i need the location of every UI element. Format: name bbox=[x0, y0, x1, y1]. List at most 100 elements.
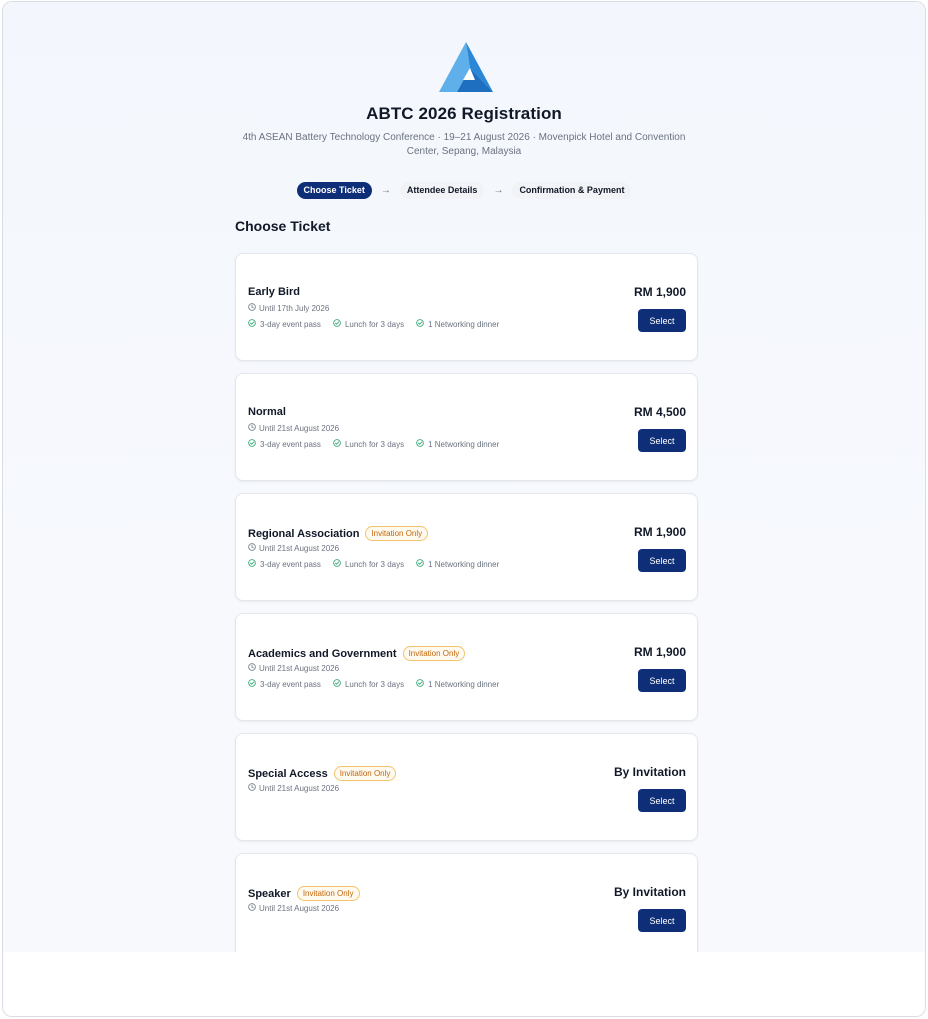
check-circle-icon bbox=[333, 559, 341, 569]
ticket-name: Regional Association bbox=[248, 527, 360, 540]
invitation-only-badge: Invitation Only bbox=[333, 766, 397, 781]
ticket-deadline-text: Until 21st August 2026 bbox=[259, 423, 340, 433]
invitation-only-badge: Invitation Only bbox=[402, 646, 466, 661]
ticket-name-row: Speaker Invitation Only bbox=[248, 886, 360, 901]
ticket-features: 3-day event pass Lunch for 3 days 1 Networ… bbox=[248, 679, 499, 689]
feature-label: Lunch for 3 days bbox=[344, 439, 405, 449]
check-circle-icon bbox=[248, 559, 256, 569]
page-title: ABTC 2026 Registration bbox=[366, 104, 562, 123]
ticket-card[interactable]: Normal Until 21st August 2026 3-day even… bbox=[235, 373, 698, 481]
feature-label: 1 Networking dinner bbox=[428, 679, 500, 689]
ticket-deadline-text: Until 21st August 2026 bbox=[259, 903, 340, 913]
select-ticket-button[interactable]: Select bbox=[638, 549, 686, 572]
ticket-card[interactable]: Special Access Invitation Only Until 21st… bbox=[235, 733, 698, 841]
ticket-deadline: Until 21st August 2026 bbox=[248, 663, 339, 673]
ticket-price: RM 1,900 bbox=[633, 645, 686, 659]
check-circle-icon bbox=[248, 319, 256, 329]
check-circle-icon bbox=[333, 439, 341, 449]
ticket-name: Normal bbox=[248, 406, 286, 418]
ticket-name-row: Normal bbox=[248, 406, 286, 418]
ticket-name: Speaker bbox=[248, 887, 291, 900]
ticket-name: Academics and Government bbox=[248, 647, 397, 660]
ticket-deadline: Until 17th July 2026 bbox=[248, 303, 329, 313]
select-ticket-button[interactable]: Select bbox=[638, 909, 686, 932]
page-subtitle: 4th ASEAN Battery Technology Conference … bbox=[242, 132, 686, 157]
arrow-right-icon: → bbox=[380, 185, 391, 196]
step-attendee-details[interactable]: Attendee Details bbox=[399, 182, 485, 199]
check-circle-icon bbox=[416, 559, 424, 569]
ticket-price: RM 1,900 bbox=[633, 285, 686, 299]
step-choose-ticket[interactable]: Choose Ticket bbox=[296, 182, 372, 199]
browser-frame: ABTC 2026 Registration 4th ASEAN Battery… bbox=[2, 1, 926, 1017]
ticket-price: By Invitation bbox=[613, 885, 686, 899]
check-circle-icon bbox=[416, 679, 424, 689]
clock-icon bbox=[248, 423, 256, 433]
feature-label: 3-day event pass bbox=[260, 319, 321, 329]
feature-item: Lunch for 3 days bbox=[333, 319, 404, 329]
feature-label: 3-day event pass bbox=[260, 439, 321, 449]
ticket-price: By Invitation bbox=[613, 765, 686, 779]
ticket-deadline-text: Until 17th July 2026 bbox=[259, 303, 330, 313]
invitation-only-badge: Invitation Only bbox=[296, 886, 360, 901]
ticket-deadline: Until 21st August 2026 bbox=[248, 903, 339, 913]
ticket-deadline-text: Until 21st August 2026 bbox=[259, 543, 340, 553]
check-circle-icon bbox=[248, 679, 256, 689]
feature-item: 3-day event pass bbox=[248, 319, 321, 329]
feature-item: Lunch for 3 days bbox=[333, 439, 404, 449]
feature-item: Lunch for 3 days bbox=[333, 559, 404, 569]
clock-icon bbox=[248, 543, 256, 553]
section-title: Choose Ticket bbox=[235, 218, 331, 234]
ticket-features: 3-day event pass Lunch for 3 days 1 Networ… bbox=[248, 439, 499, 449]
ticket-name-row: Regional Association Invitation Only bbox=[248, 526, 429, 541]
ticket-name-row: Special Access Invitation Only bbox=[248, 766, 397, 781]
ticket-deadline-text: Until 21st August 2026 bbox=[259, 783, 340, 793]
feature-label: 1 Networking dinner bbox=[428, 439, 500, 449]
feature-label: 3-day event pass bbox=[260, 559, 321, 569]
ticket-deadline: Until 21st August 2026 bbox=[248, 423, 339, 433]
feature-label: Lunch for 3 days bbox=[344, 319, 405, 329]
arrow-right-icon: → bbox=[493, 185, 504, 196]
check-circle-icon bbox=[416, 319, 424, 329]
select-ticket-button[interactable]: Select bbox=[638, 429, 686, 452]
feature-item: 3-day event pass bbox=[248, 559, 321, 569]
registration-page: ABTC 2026 Registration 4th ASEAN Battery… bbox=[3, 2, 925, 952]
feature-label: 3-day event pass bbox=[260, 679, 321, 689]
ticket-card[interactable]: Early Bird Until 17th July 2026 3-day ev… bbox=[235, 253, 698, 361]
feature-item: 3-day event pass bbox=[248, 439, 321, 449]
clock-icon bbox=[248, 783, 256, 793]
ticket-deadline: Until 21st August 2026 bbox=[248, 543, 339, 553]
feature-item: 3-day event pass bbox=[248, 679, 321, 689]
feature-item: 1 Networking dinner bbox=[416, 559, 499, 569]
bottom-area bbox=[3, 952, 925, 1016]
select-ticket-button[interactable]: Select bbox=[638, 309, 686, 332]
feature-label: 1 Networking dinner bbox=[428, 319, 500, 329]
select-ticket-button[interactable]: Select bbox=[638, 789, 686, 812]
ticket-name: Early Bird bbox=[248, 286, 300, 298]
feature-label: 1 Networking dinner bbox=[428, 559, 500, 569]
check-circle-icon bbox=[416, 439, 424, 449]
ticket-card[interactable]: Regional Association Invitation Only Unti… bbox=[235, 493, 698, 601]
clock-icon bbox=[248, 303, 256, 313]
ticket-deadline: Until 21st August 2026 bbox=[248, 783, 339, 793]
select-ticket-button[interactable]: Select bbox=[638, 669, 686, 692]
clock-icon bbox=[248, 903, 256, 913]
ticket-name-row: Early Bird bbox=[248, 286, 300, 298]
ticket-card[interactable]: Academics and Government Invitation Only … bbox=[235, 613, 698, 721]
step-confirmation-payment[interactable]: Confirmation & Payment bbox=[512, 182, 632, 199]
feature-label: Lunch for 3 days bbox=[344, 679, 405, 689]
feature-label: Lunch for 3 days bbox=[344, 559, 405, 569]
ticket-price: RM 1,900 bbox=[633, 525, 686, 539]
clock-icon bbox=[248, 663, 256, 673]
invitation-only-badge: Invitation Only bbox=[365, 526, 429, 541]
stepper: Choose Ticket → Attendee Details → Confi… bbox=[3, 182, 925, 199]
check-circle-icon bbox=[333, 679, 341, 689]
ticket-name: Special Access bbox=[248, 767, 328, 780]
feature-item: 1 Networking dinner bbox=[416, 319, 499, 329]
ticket-card[interactable]: Speaker Invitation Only Until 21st August… bbox=[235, 853, 698, 952]
ticket-features: 3-day event pass Lunch for 3 days 1 Networ… bbox=[248, 319, 499, 329]
ticket-price: RM 4,500 bbox=[633, 405, 686, 419]
ticket-deadline-text: Until 21st August 2026 bbox=[259, 663, 340, 673]
feature-item: Lunch for 3 days bbox=[333, 679, 404, 689]
ticket-name-row: Academics and Government Invitation Only bbox=[248, 646, 466, 661]
ticket-features: 3-day event pass Lunch for 3 days 1 Networ… bbox=[248, 559, 499, 569]
